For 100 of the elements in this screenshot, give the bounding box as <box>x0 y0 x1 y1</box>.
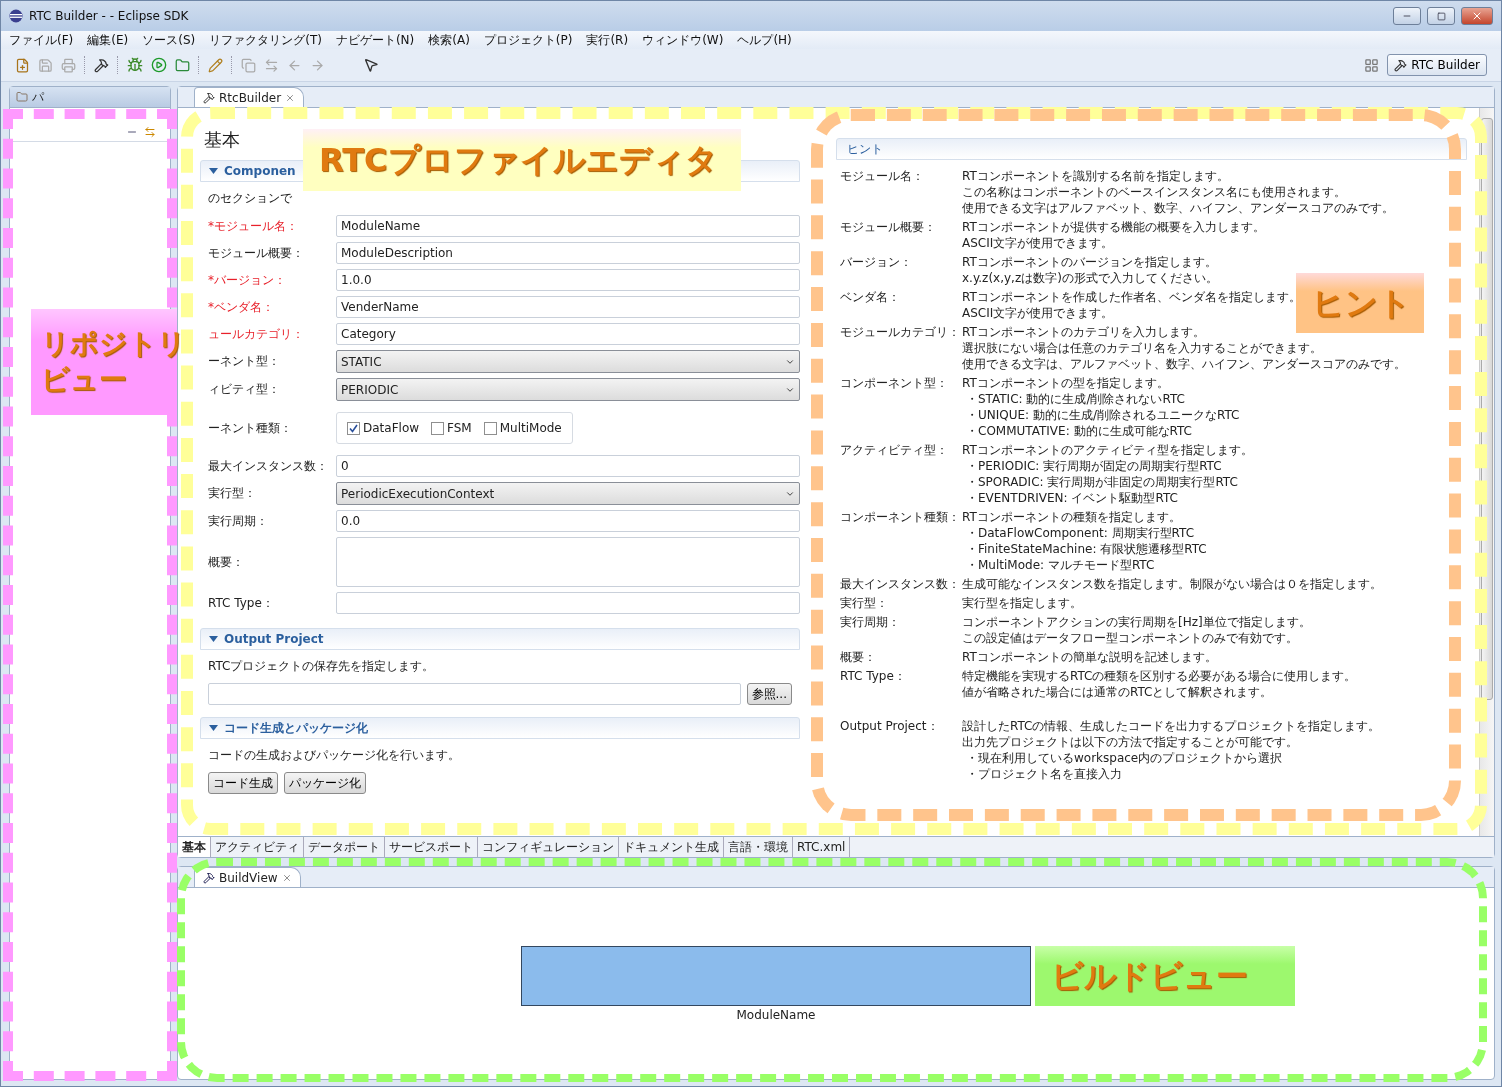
window-title: RTC Builder - - Eclipse SDK <box>29 9 190 23</box>
text-field[interactable]: VenderName <box>336 296 800 318</box>
menu-item[interactable]: ソース(S) <box>142 31 196 49</box>
menu-item[interactable]: プロジェクト(P) <box>483 31 573 49</box>
hint-text: ASCII文字が使用できます。 <box>962 305 1114 321</box>
field-label: 最大インスタンス数： <box>208 457 329 475</box>
swap-icon[interactable] <box>264 57 279 73</box>
field-label: 概要： <box>208 553 245 571</box>
save-icon[interactable] <box>38 57 53 73</box>
hint-text: ・MultiMode: マルチモード型RTC <box>965 557 1155 573</box>
hint-text: 特定機能を実現するRTCの種類を区別する必要がある場合に使用します。 <box>962 668 1357 684</box>
hammer-icon <box>203 871 215 884</box>
action-button[interactable]: コード生成 <box>208 772 278 794</box>
expand-caret-icon[interactable] <box>209 168 218 174</box>
hammer-icon[interactable] <box>94 57 109 73</box>
hint-text: ・PERIODIC: 実行周期が固定の周期実行型RTC <box>965 458 1222 474</box>
hint-text: 値が省略された場合には通常のRTCとして解釈されます。 <box>962 684 1273 700</box>
hint-label: コンポーネント種類： <box>840 509 960 525</box>
pencil-icon[interactable] <box>208 57 223 73</box>
open-perspective-icon[interactable] <box>1364 57 1380 73</box>
close-icon[interactable] <box>1471 10 1483 22</box>
hammer-icon <box>203 91 215 104</box>
perspective-button[interactable]: RTC Builder <box>1387 54 1487 76</box>
dropdown-field[interactable]: STATIC <box>336 350 800 373</box>
text-field[interactable]: Category <box>336 323 800 345</box>
page-title: 基本 <box>203 128 241 152</box>
action-button[interactable]: パッケージ化 <box>284 772 366 794</box>
hint-text: x.y.z(x,y,zは数字)の形式で入力してください。 <box>962 270 1218 286</box>
browse-button[interactable]: 参照... <box>746 683 792 705</box>
component-block[interactable] <box>521 945 1031 1006</box>
menu-item[interactable]: ファイル(F) <box>9 31 74 49</box>
hint-label: コンポーネント型： <box>840 375 948 391</box>
field-label: ーネント型： <box>208 353 281 370</box>
path-field[interactable] <box>208 683 741 705</box>
hint-text: ・STATIC: 動的に生成/削除されないRTC <box>965 391 1185 407</box>
hint-text: ・DataFlowComponent: 周期実行型RTC <box>965 525 1195 541</box>
maximize-button[interactable] <box>1427 7 1455 25</box>
page-tab[interactable]: 基本 <box>178 837 211 857</box>
hint-text: ・COMMUTATIVE: 動的に生成可能なRTC <box>965 423 1192 439</box>
hint-text: この設定値はデータフロー型コンポーネントのみで有効です。 <box>962 630 1298 646</box>
callout-label: RTCプロファイルエディタ <box>303 129 741 191</box>
check-icon <box>349 423 358 433</box>
field-label: ィビティ型： <box>208 381 281 398</box>
hammer-icon[interactable] <box>1394 58 1408 72</box>
link-editor-icon[interactable] <box>144 126 156 138</box>
checkbox[interactable] <box>483 421 497 435</box>
close-icon[interactable] <box>281 872 292 883</box>
hint-text: RTコンポーネントのカテゴリを入力します。 <box>962 324 1205 340</box>
text-field[interactable]: ModuleDescription <box>336 242 800 264</box>
menu-item[interactable]: リファクタリング(T) <box>209 31 322 49</box>
close-button[interactable] <box>1461 7 1493 25</box>
maximize-icon[interactable] <box>1436 11 1446 21</box>
text-field[interactable]: 0 <box>336 455 800 477</box>
hint-text: RTコンポーネントのアクティビティ型を指定します。 <box>962 442 1253 458</box>
dropdown-field[interactable]: PeriodicExecutionContext <box>336 482 800 505</box>
hint-text: ・現在利用しているworkspace内のプロジェクトから選択 <box>965 750 1283 766</box>
hint-text: 生成可能なインスタンス数を指定します。制限がない場合は０を指定します。 <box>962 576 1382 592</box>
debug-icon[interactable] <box>127 57 143 73</box>
menu-item[interactable]: ナビゲート(N) <box>335 31 415 49</box>
section-description: RTCプロジェクトの保存先を指定します。 <box>207 658 436 675</box>
hint-label: アクティビティ型： <box>840 442 948 458</box>
checkbox[interactable] <box>431 421 445 435</box>
view-tab[interactable]: BuildView <box>194 867 301 887</box>
hint-text: ・SPORADIC: 実行周期が非固定の周期実行型RTC <box>965 474 1238 490</box>
checkbox-option[interactable]: DataFlow <box>347 421 420 435</box>
field-label: *モジュール名： <box>208 217 299 235</box>
text-field[interactable]: 1.0.0 <box>336 269 800 291</box>
text-field[interactable]: 0.0 <box>336 510 800 532</box>
run-icon[interactable] <box>151 57 167 73</box>
editor-tab[interactable]: RtcBuilder <box>194 87 305 107</box>
close-icon[interactable] <box>285 92 296 103</box>
text-field[interactable] <box>336 592 800 614</box>
expand-caret-icon[interactable] <box>209 636 218 642</box>
section-title: コード生成とパッケージ化 <box>224 719 368 737</box>
hint-label: 実行型： <box>840 595 888 611</box>
view-tab[interactable]: パ <box>32 88 44 106</box>
hint-label: 概要： <box>840 649 876 665</box>
menu-item[interactable]: 編集(E) <box>87 31 129 49</box>
checkbox-option[interactable]: MultiMode <box>483 421 562 435</box>
hint-label: モジュール名： <box>840 168 924 184</box>
menu-item[interactable]: ヘルプ(H) <box>737 31 792 49</box>
hint-label: 最大インスタンス数： <box>840 576 960 592</box>
new-file-icon[interactable] <box>15 57 30 73</box>
hint-text: ・UNIQUE: 動的に生成/削除されるユニークなRTC <box>965 407 1240 423</box>
hint-text: 選択肢にない場合は任意のカテゴリ名を入力することができます。 <box>962 340 1322 356</box>
dropdown-field[interactable]: PERIODIC <box>336 378 800 401</box>
checkbox[interactable] <box>347 421 360 435</box>
menu-item[interactable]: 実行(R) <box>586 31 629 49</box>
forward-icon[interactable] <box>310 57 325 73</box>
back-icon[interactable] <box>287 57 302 73</box>
print-icon[interactable] <box>61 57 76 73</box>
checkbox-option[interactable]: FSM <box>431 421 472 435</box>
menu-item[interactable]: 検索(A) <box>428 31 470 49</box>
eclipse-logo-icon <box>9 9 23 23</box>
menu-item[interactable]: ウィンドウ(W) <box>642 31 724 49</box>
expand-caret-icon[interactable] <box>209 725 218 731</box>
callout-label: ビルドビュー <box>1035 946 1295 1006</box>
minimize-button[interactable] <box>1393 7 1421 25</box>
text-field[interactable]: ModuleName <box>336 215 800 237</box>
hint-text: 使用できる文字はアルファベット、数字、ハイフン、アンダースコアのみです。 <box>962 200 1394 216</box>
